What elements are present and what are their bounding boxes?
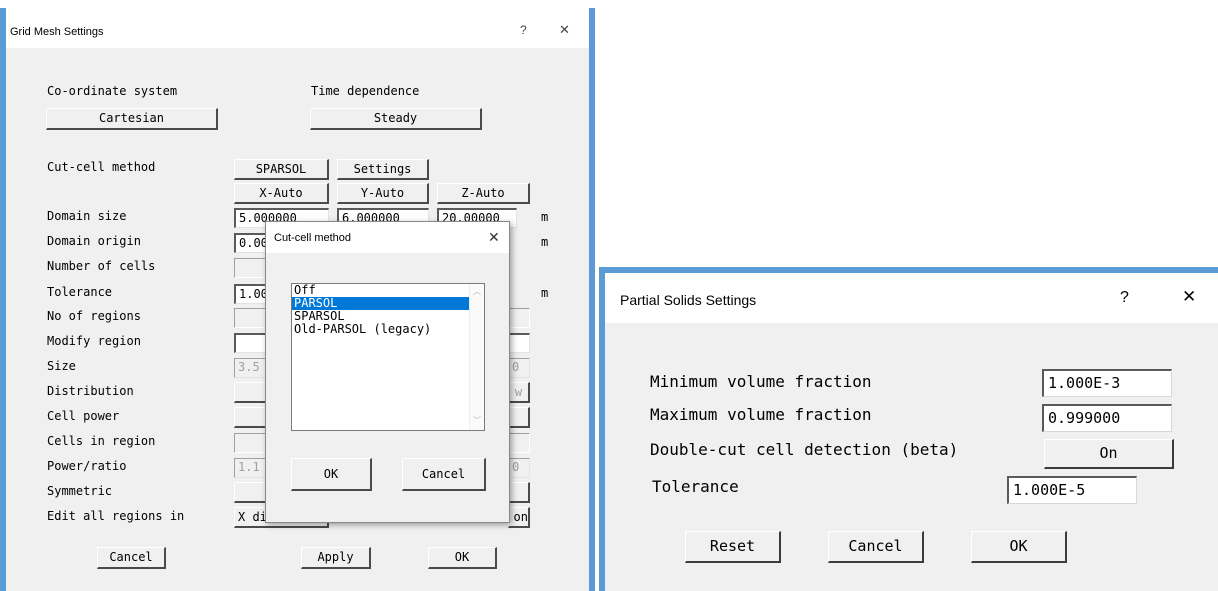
coordinate-system-button[interactable]: Cartesian (46, 108, 218, 130)
grid-ok-button[interactable]: OK (428, 547, 497, 569)
distribution-z-button: w (508, 382, 530, 403)
partial-solids-title: Partial Solids Settings (620, 292, 757, 308)
no-of-regions-label: No of regions (47, 309, 141, 323)
power-ratio-label: Power/ratio (47, 459, 127, 473)
help-icon[interactable]: ? (520, 23, 527, 37)
cut-cell-cancel-button[interactable]: Cancel (402, 458, 486, 491)
partial-solids-titlebar: Partial Solids Settings ? ✕ (605, 273, 1218, 323)
help-icon[interactable]: ? (1120, 289, 1129, 307)
listbox-scrollbar[interactable]: ︿ ﹀ (469, 284, 484, 430)
grid-mesh-title: Grid Mesh Settings (10, 26, 104, 38)
close-icon[interactable]: ✕ (559, 22, 570, 38)
listbox-option[interactable]: Old-PARSOL (legacy) (292, 323, 470, 336)
size-label: Size (47, 359, 76, 373)
partial-tolerance-field[interactable]: 1.000E-5 (1007, 476, 1137, 504)
edit-all-z-direction-button[interactable]: on (508, 507, 530, 528)
z-auto-button[interactable]: Z-Auto (437, 183, 530, 204)
partial-tolerance-label: Tolerance (652, 477, 739, 496)
cut-cell-method-button[interactable]: SPARSOL (234, 159, 329, 180)
domain-size-unit: m (541, 210, 549, 224)
partial-reset-button[interactable]: Reset (685, 531, 781, 563)
cell-power-z-button (508, 407, 530, 428)
domain-origin-label: Domain origin (47, 234, 141, 248)
cell-power-label: Cell power (47, 409, 120, 423)
time-dependence-label: Time dependence (311, 84, 420, 98)
minimum-volume-fraction-field[interactable]: 1.000E-3 (1042, 369, 1172, 397)
maximum-volume-fraction-label: Maximum volume fraction (650, 405, 872, 424)
modify-region-z-field[interactable] (508, 333, 530, 353)
cut-cell-settings-button[interactable]: Settings (337, 159, 429, 180)
modify-region-label: Modify region (47, 334, 141, 348)
double-cut-detection-button[interactable]: On (1044, 439, 1174, 469)
distribution-label: Distribution (47, 384, 134, 398)
size-z-field: 0 (508, 358, 530, 378)
time-dependence-button[interactable]: Steady (310, 108, 482, 130)
domain-size-label: Domain size (47, 209, 127, 223)
power-ratio-z-field: 0 (508, 458, 530, 478)
y-auto-button[interactable]: Y-Auto (337, 183, 429, 204)
cells-in-region-z-field[interactable] (508, 433, 530, 453)
cut-cell-ok-button[interactable]: OK (291, 458, 372, 491)
close-icon[interactable]: ✕ (1182, 287, 1196, 307)
cut-cell-method-label: Cut-cell method (47, 160, 156, 174)
partial-cancel-button[interactable]: Cancel (828, 531, 924, 563)
cut-cell-method-listbox[interactable]: Off PARSOL SPARSOL Old-PARSOL (legacy) ︿ ﹀ (291, 283, 485, 431)
cut-cell-dialog-title: Cut-cell method (274, 232, 352, 244)
domain-origin-unit: m (541, 235, 549, 249)
symmetric-label: Symmetric (47, 484, 113, 498)
double-cut-detection-label: Double-cut cell detection (beta) (650, 440, 959, 459)
scroll-up-icon[interactable]: ︿ (473, 286, 481, 297)
no-of-regions-z-field[interactable] (508, 308, 530, 328)
number-of-cells-label: Number of cells (47, 259, 156, 273)
grid-cancel-button[interactable]: Cancel (97, 547, 166, 569)
edit-all-regions-label: Edit all regions in (47, 509, 185, 523)
cut-cell-titlebar: Cut-cell method ✕ (266, 222, 509, 253)
maximum-volume-fraction-field[interactable]: 0.999000 (1042, 404, 1172, 432)
grid-mesh-titlebar: Grid Mesh Settings ? ✕ (6, 8, 589, 48)
cut-cell-dialog: Cut-cell method ✕ Off PARSOL SPARSOL Old-PA… (265, 221, 510, 523)
symmetric-z-button (508, 482, 530, 503)
tolerance-unit: m (541, 286, 549, 300)
cells-in-region-label: Cells in region (47, 434, 156, 448)
close-icon[interactable]: ✕ (488, 229, 500, 246)
x-auto-button[interactable]: X-Auto (234, 183, 329, 204)
minimum-volume-fraction-label: Minimum volume fraction (650, 372, 872, 391)
scroll-down-icon[interactable]: ﹀ (473, 415, 481, 426)
grid-apply-button[interactable]: Apply (301, 547, 371, 569)
tolerance-label: Tolerance (47, 285, 113, 299)
coordinate-system-label: Co-ordinate system (47, 84, 178, 98)
partial-ok-button[interactable]: OK (971, 531, 1067, 563)
